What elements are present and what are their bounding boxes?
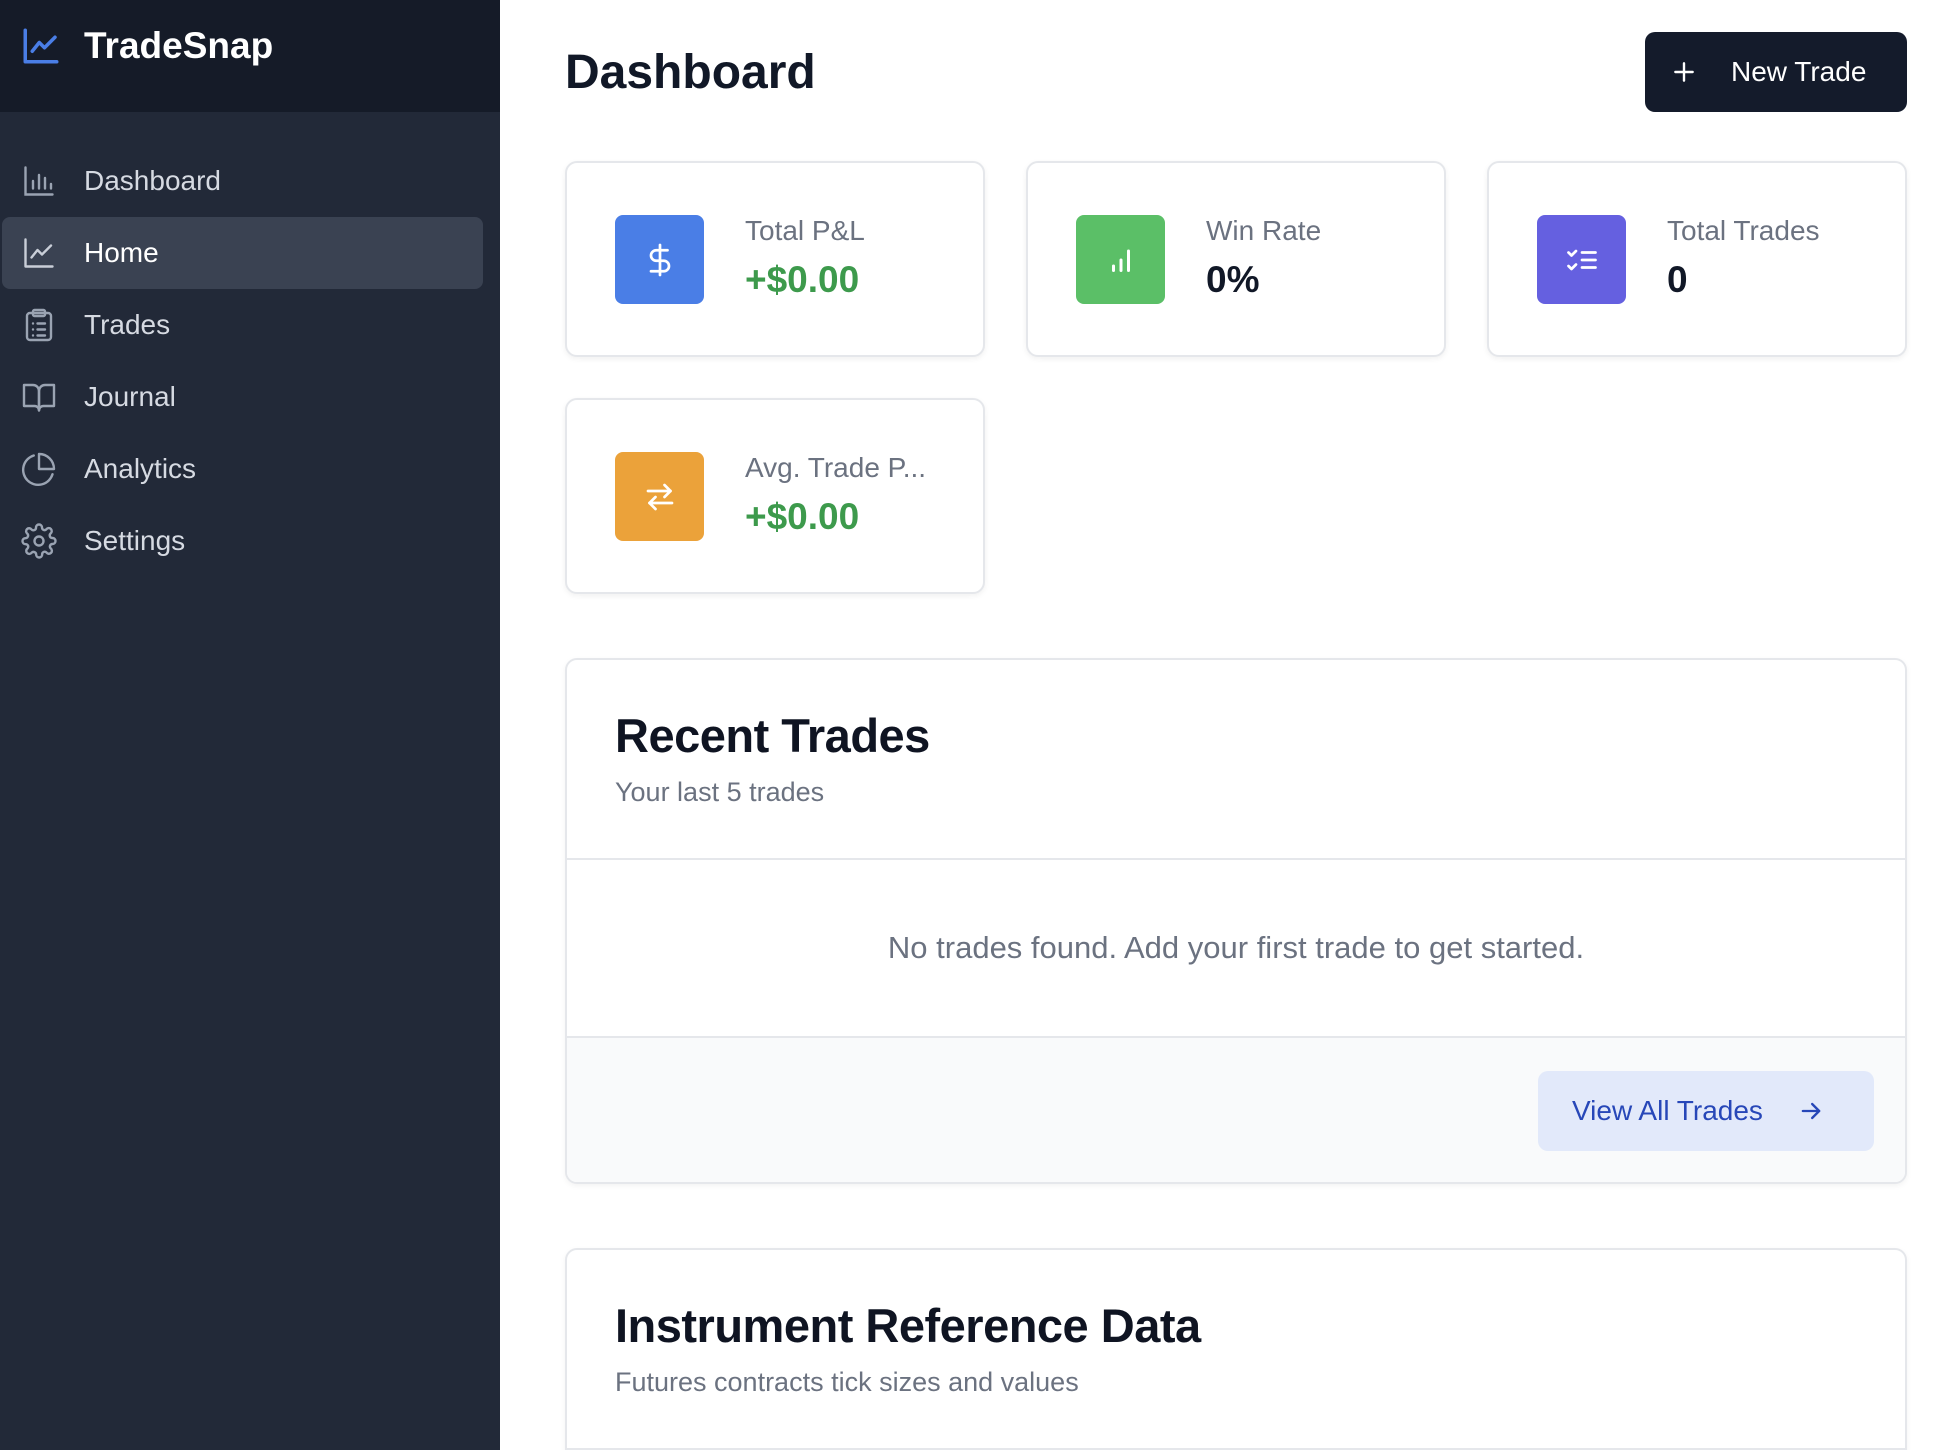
book-open-icon	[20, 378, 58, 416]
signal-bars-icon	[1076, 215, 1165, 304]
sidebar-item-label: Home	[84, 237, 159, 268]
stat-card-total-trades: Total Trades 0	[1487, 161, 1907, 357]
app-name: TradeSnap	[84, 25, 274, 66]
panel-title: Instrument Reference Data	[615, 1299, 1201, 1352]
line-chart-icon	[20, 25, 62, 67]
sidebar-item-label: Journal	[84, 381, 176, 412]
stat-label: Avg. Trade P...	[745, 452, 927, 483]
panel-title: Recent Trades	[615, 709, 930, 762]
gear-icon	[20, 522, 58, 560]
new-trade-label: New Trade	[1731, 56, 1867, 87]
view-all-trades-button[interactable]: View All Trades	[1538, 1071, 1874, 1151]
instrument-reference-panel: Instrument Reference Data Futures contra…	[565, 1248, 1907, 1450]
stat-value: +$0.00	[745, 496, 860, 537]
brand-header: TradeSnap	[0, 0, 500, 112]
sidebar-item-home[interactable]: Home	[2, 217, 483, 289]
bar-chart-icon	[20, 162, 58, 200]
sidebar-item-analytics[interactable]: Analytics	[2, 433, 483, 505]
panel-subtitle: Your last 5 trades	[615, 777, 825, 807]
pie-chart-icon	[20, 450, 58, 488]
stat-value: 0%	[1206, 259, 1260, 300]
sidebar-item-label: Settings	[84, 525, 186, 556]
stat-card-total-pnl: Total P&L +$0.00	[565, 161, 985, 357]
stat-label: Total P&L	[745, 215, 865, 246]
sidebar-item-label: Dashboard	[84, 165, 221, 196]
sidebar: TradeSnap Dashboard Home Trades Journal …	[0, 0, 500, 1450]
dollar-icon	[615, 215, 704, 304]
sidebar-item-label: Analytics	[84, 453, 197, 484]
plus-icon	[1671, 59, 1697, 85]
sidebar-item-journal[interactable]: Journal	[2, 361, 483, 433]
stat-card-avg-trade: Avg. Trade P... +$0.00	[565, 398, 985, 594]
panel-header: Instrument Reference Data Futures contra…	[567, 1250, 1905, 1398]
new-trade-button[interactable]: New Trade	[1645, 32, 1907, 112]
sidebar-item-dashboard[interactable]: Dashboard	[2, 145, 483, 217]
divider	[567, 858, 1905, 860]
arrow-right-icon	[1797, 1097, 1825, 1125]
sidebar-item-settings[interactable]: Settings	[2, 505, 483, 577]
swap-arrows-icon	[615, 452, 704, 541]
recent-trades-panel: Recent Trades Your last 5 trades No trad…	[565, 658, 1907, 1184]
stat-label: Total Trades	[1667, 215, 1820, 246]
sidebar-item-trades[interactable]: Trades	[2, 289, 483, 361]
sidebar-nav: Dashboard Home Trades Journal Analytics …	[0, 112, 500, 577]
view-all-trades-label: View All Trades	[1572, 1095, 1763, 1126]
panel-footer: View All Trades	[567, 1038, 1905, 1182]
stat-card-win-rate: Win Rate 0%	[1026, 161, 1446, 357]
checklist-icon	[1537, 215, 1626, 304]
stat-value: 0	[1667, 259, 1688, 300]
sidebar-item-label: Trades	[84, 309, 171, 340]
panel-header: Recent Trades Your last 5 trades	[567, 660, 1905, 808]
line-chart-icon	[20, 234, 58, 272]
panel-subtitle: Futures contracts tick sizes and values	[615, 1367, 1079, 1397]
empty-state-message: No trades found. Add your first trade to…	[887, 930, 1585, 965]
page-title: Dashboard	[565, 46, 816, 99]
clipboard-list-icon	[20, 306, 58, 344]
main-content: Dashboard New Trade Total P&L +$0.00 Win…	[500, 0, 1952, 1450]
stat-label: Win Rate	[1206, 215, 1322, 246]
stat-value: +$0.00	[745, 259, 860, 300]
app-root: TradeSnap Dashboard Home Trades Journal …	[0, 0, 1952, 1450]
